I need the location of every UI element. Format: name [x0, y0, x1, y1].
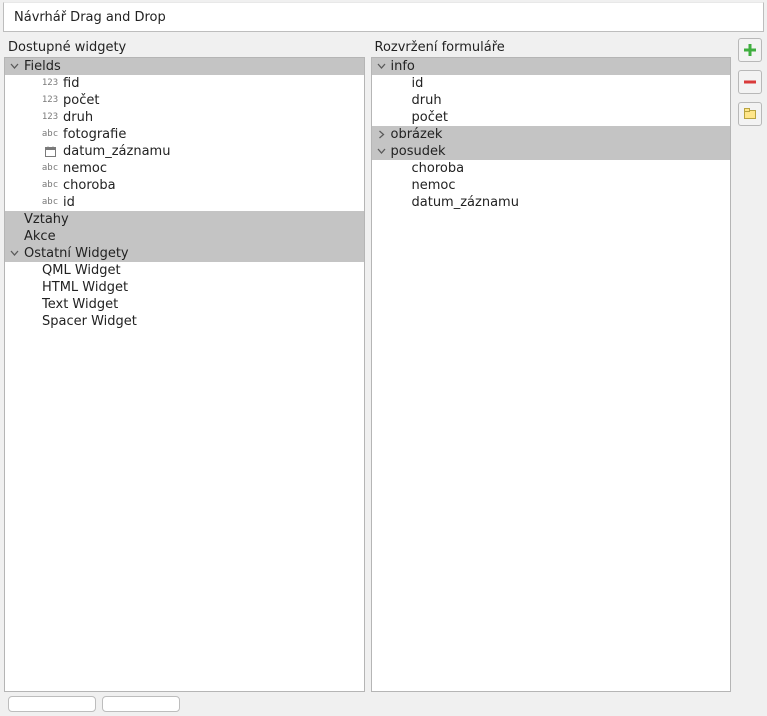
group-label: Akce: [24, 228, 56, 245]
layout-item[interactable]: druh: [372, 92, 731, 109]
tree-group-relations[interactable]: Vztahy: [5, 211, 364, 228]
field-item[interactable]: abc nemoc: [5, 160, 364, 177]
group-label: Fields: [24, 58, 61, 75]
item-label: choroba: [412, 160, 465, 177]
form-layout-panel: Rozvržení formuláře info id druh: [371, 38, 732, 692]
widget-label: Spacer Widget: [42, 313, 137, 330]
field-label: datum_záznamu: [63, 143, 170, 160]
layout-group-obrazek[interactable]: obrázek: [372, 126, 731, 143]
field-item[interactable]: 123 fid: [5, 75, 364, 92]
expand-icon[interactable]: [9, 248, 20, 259]
item-label: id: [412, 75, 424, 92]
field-item[interactable]: 123 počet: [5, 92, 364, 109]
collapse-icon[interactable]: [376, 129, 387, 140]
footer-button-2[interactable]: [102, 696, 180, 712]
group-label: Ostatní Widgety: [24, 245, 129, 262]
field-label: fid: [63, 75, 79, 92]
item-label: druh: [412, 92, 442, 109]
widget-item[interactable]: Text Widget: [5, 296, 364, 313]
number-type-icon: 123: [42, 76, 58, 92]
field-label: nemoc: [63, 160, 107, 177]
item-label: nemoc: [412, 177, 456, 194]
layout-item[interactable]: počet: [372, 109, 731, 126]
available-widgets-tree[interactable]: Fields 123 fid 123 počet 123 druh: [4, 57, 365, 692]
tree-group-actions[interactable]: Akce: [5, 228, 364, 245]
tree-group-fields[interactable]: Fields: [5, 58, 364, 75]
widget-label: QML Widget: [42, 262, 121, 279]
group-label: Vztahy: [24, 211, 69, 228]
form-layout-tree[interactable]: info id druh počet: [371, 57, 732, 692]
widget-item[interactable]: HTML Widget: [5, 279, 364, 296]
group-label: info: [391, 58, 415, 75]
layout-group-posudek[interactable]: posudek: [372, 143, 731, 160]
field-item[interactable]: datum_záznamu: [5, 143, 364, 160]
text-type-icon: abc: [42, 178, 58, 194]
titlebar: Návrhář Drag and Drop: [3, 2, 764, 32]
window-title: Návrhář Drag and Drop: [14, 10, 166, 25]
body: Dostupné widgety Fields 123 fid: [0, 34, 767, 692]
widget-label: Text Widget: [42, 296, 118, 313]
edit-tab-button[interactable]: [738, 102, 762, 126]
text-type-icon: abc: [42, 195, 58, 211]
layout-item[interactable]: datum_záznamu: [372, 194, 731, 211]
widget-item[interactable]: Spacer Widget: [5, 313, 364, 330]
expand-icon[interactable]: [9, 61, 20, 72]
designer-window: Návrhář Drag and Drop Dostupné widgety F…: [0, 0, 767, 716]
widget-item[interactable]: QML Widget: [5, 262, 364, 279]
layout-item[interactable]: id: [372, 75, 731, 92]
add-tab-button[interactable]: [738, 38, 762, 62]
text-type-icon: abc: [42, 127, 58, 143]
available-widgets-label: Dostupné widgety: [4, 38, 365, 57]
group-label: posudek: [391, 143, 446, 160]
available-widgets-panel: Dostupné widgety Fields 123 fid: [4, 38, 365, 692]
field-label: choroba: [63, 177, 116, 194]
minus-icon: [742, 74, 758, 90]
field-label: fotografie: [63, 126, 126, 143]
tree-group-other-widgets[interactable]: Ostatní Widgety: [5, 245, 364, 262]
footer-button-1[interactable]: [8, 696, 96, 712]
layout-group-info[interactable]: info: [372, 58, 731, 75]
field-label: id: [63, 194, 75, 211]
group-label: obrázek: [391, 126, 443, 143]
field-item[interactable]: 123 druh: [5, 109, 364, 126]
expand-icon[interactable]: [376, 61, 387, 72]
field-item[interactable]: abc fotografie: [5, 126, 364, 143]
footer: [0, 692, 767, 716]
text-type-icon: abc: [42, 161, 58, 177]
tab-icon: [742, 106, 758, 122]
field-label: počet: [63, 92, 99, 109]
field-item[interactable]: abc id: [5, 194, 364, 211]
field-label: druh: [63, 109, 93, 126]
widget-label: HTML Widget: [42, 279, 128, 296]
field-item[interactable]: abc choroba: [5, 177, 364, 194]
plus-icon: [742, 42, 758, 58]
number-type-icon: 123: [42, 93, 58, 109]
item-label: počet: [412, 109, 448, 126]
item-label: datum_záznamu: [412, 194, 519, 211]
date-type-icon: [42, 144, 58, 160]
form-layout-label: Rozvržení formuláře: [371, 38, 732, 57]
expand-icon[interactable]: [376, 146, 387, 157]
layout-item[interactable]: choroba: [372, 160, 731, 177]
layout-item[interactable]: nemoc: [372, 177, 731, 194]
side-buttons: [737, 38, 763, 692]
remove-tab-button[interactable]: [738, 70, 762, 94]
number-type-icon: 123: [42, 110, 58, 126]
